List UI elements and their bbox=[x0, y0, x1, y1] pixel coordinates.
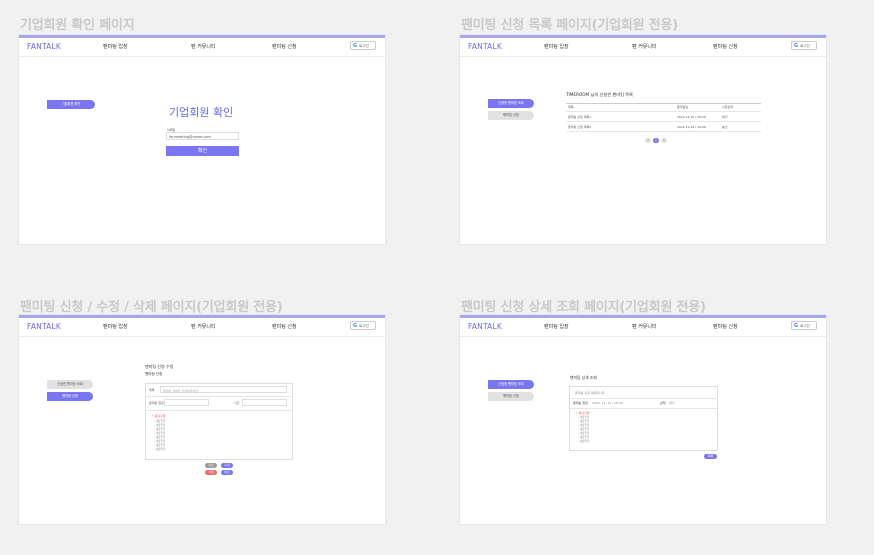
frame-corporate-verify: FANTALK 팬미팅 입장 팬 커뮤니티 팬미팅 신청 G 로그인 기업회원 확… bbox=[19, 35, 385, 244]
google-login-button[interactable]: G 로그인 bbox=[350, 41, 376, 50]
site-header: FANTALK 팬미팅 입장 팬 커뮤니티 팬미팅 신청 G 로그인 bbox=[460, 38, 826, 57]
back-to-list-button[interactable]: 목록 bbox=[704, 454, 717, 459]
detail-status-label: 상태 bbox=[660, 401, 666, 405]
pagination-prev[interactable]: < bbox=[645, 138, 651, 143]
nav-fanmeeting-apply[interactable]: 팬미팅 신청 bbox=[272, 323, 297, 330]
detail-card: 팬미팅 신청 제목입니다 팬미팅 일정 2022. 11. 15 / 18:00… bbox=[569, 386, 718, 451]
delete-button[interactable]: 삭제 bbox=[205, 470, 217, 475]
nav-fanmeeting-apply[interactable]: 팬미팅 신청 bbox=[713, 43, 738, 50]
page-title-application-detail: 팬미팅 신청 상세 조회 페이지(기업회원 전용) bbox=[461, 300, 706, 315]
google-icon: G bbox=[353, 323, 358, 329]
email-field[interactable]: fanmeeting@naver.com bbox=[166, 132, 239, 140]
nav-fanmeeting-enter[interactable]: 팬미팅 입장 bbox=[544, 323, 569, 330]
pagination-page-1[interactable]: 1 bbox=[653, 138, 659, 143]
frame-application-detail: FANTALK 팬미팅 입장 팬 커뮤니티 팬미팅 신청 G 로그인 신청한 팬미… bbox=[460, 315, 826, 524]
nav-fan-community[interactable]: 팬 커뮤니티 bbox=[632, 43, 657, 50]
nav-fan-community[interactable]: 팬 커뮤니티 bbox=[191, 43, 216, 50]
row-date: 2022.11.15 / 18:00 bbox=[677, 115, 706, 119]
edit-button[interactable]: 수정 bbox=[221, 463, 233, 468]
notice-line: - 내용입력 bbox=[154, 448, 166, 451]
page-title-application-edit: 팬미팅 신청 / 수정 / 삭제 페이지(기업회원 전용) bbox=[20, 300, 283, 315]
site-header: FANTALK 팬미팅 입장 팬 커뮤니티 팬미팅 신청 G 로그인 bbox=[460, 318, 826, 337]
notice-heading: * 유의사항 bbox=[152, 414, 166, 418]
time-label: 시간 bbox=[234, 401, 240, 405]
date-input[interactable] bbox=[164, 399, 209, 406]
sidebar-item-application-list[interactable]: 신청한 팬미팅 조회 bbox=[488, 99, 534, 108]
google-icon: G bbox=[794, 43, 799, 49]
google-icon: G bbox=[353, 43, 358, 49]
google-login-button[interactable]: G 로그인 bbox=[350, 321, 376, 330]
detail-subject: 팬미팅 신청 제목입니다 bbox=[575, 391, 605, 395]
edit-subtitle: 팬미팅 신청 bbox=[145, 372, 163, 376]
fantalk-logo[interactable]: FANTALK bbox=[468, 322, 502, 331]
column-header-status: 신청상태 bbox=[722, 105, 734, 109]
email-value: fanmeeting@naver.com bbox=[169, 135, 211, 139]
edit-title: 팬미팅 신청 수정 bbox=[145, 364, 174, 369]
list-title: TIMEROOM 님의 신청한 팬미팅 목록 bbox=[566, 92, 634, 97]
login-label: 로그인 bbox=[800, 44, 810, 48]
nav-fanmeeting-enter[interactable]: 팬미팅 입장 bbox=[103, 43, 128, 50]
site-header: FANTALK 팬미팅 입장 팬 커뮤니티 팬미팅 신청 G 로그인 bbox=[19, 38, 385, 57]
login-label: 로그인 bbox=[800, 324, 810, 328]
detail-date-value: 2022. 11. 15 / 18:00 bbox=[592, 401, 623, 405]
sidebar-item-apply[interactable]: 팬미팅 신청 bbox=[488, 111, 534, 120]
fantalk-logo[interactable]: FANTALK bbox=[27, 42, 61, 51]
frame-application-edit: FANTALK 팬미팅 입장 팬 커뮤니티 팬미팅 신청 G 로그인 신청한 팬미… bbox=[19, 315, 385, 524]
google-icon: G bbox=[794, 323, 799, 329]
nav-fanmeeting-apply[interactable]: 팬미팅 신청 bbox=[272, 43, 297, 50]
time-input[interactable] bbox=[242, 399, 287, 406]
cancel-button[interactable]: 취소 bbox=[205, 463, 217, 468]
frame-application-list: FANTALK 팬미팅 입장 팬 커뮤니티 팬미팅 신청 G 로그인 신청한 팬미… bbox=[460, 35, 826, 244]
application-form: 제목 팬미팅 제목을 입력해주세요 팬미팅 일정 시간 * 유의사항 - 내용입… bbox=[145, 383, 293, 460]
pagination-next[interactable]: > bbox=[661, 138, 667, 143]
row-title: 팬미팅 신청 제목1 bbox=[568, 115, 592, 119]
login-label: 로그인 bbox=[359, 324, 369, 328]
title-input[interactable]: 팬미팅 제목을 입력해주세요 bbox=[160, 386, 287, 393]
row-status: 승인 bbox=[722, 125, 728, 129]
page-title-application-list: 팬미팅 신청 목록 페이지(기업회원 전용) bbox=[461, 18, 678, 33]
site-header: FANTALK 팬미팅 입장 팬 커뮤니티 팬미팅 신청 G 로그인 bbox=[19, 318, 385, 337]
google-login-button[interactable]: G 로그인 bbox=[791, 321, 817, 330]
row-title: 팬미팅 신청 제목2 bbox=[568, 125, 592, 129]
fantalk-logo[interactable]: FANTALK bbox=[468, 42, 502, 51]
title-label: 제목 bbox=[149, 388, 155, 392]
google-login-button[interactable]: G 로그인 bbox=[791, 41, 817, 50]
detail-title: 팬미팅 상세 조회 bbox=[570, 375, 597, 380]
title-placeholder: 팬미팅 제목을 입력해주세요 bbox=[163, 388, 199, 393]
login-label: 로그인 bbox=[359, 44, 369, 48]
column-header-date: 팬미팅일 bbox=[677, 105, 689, 109]
nav-fanmeeting-apply[interactable]: 팬미팅 신청 bbox=[713, 323, 738, 330]
detail-status-value: 대기 bbox=[669, 401, 675, 405]
sidebar-item-apply[interactable]: 팬미팅 신청 bbox=[488, 392, 534, 401]
verify-heading: 기업회원 확인 bbox=[169, 106, 234, 119]
nav-fanmeeting-enter[interactable]: 팬미팅 입장 bbox=[103, 323, 128, 330]
date-label: 팬미팅 일정 bbox=[149, 401, 164, 405]
row-status: 대기 bbox=[722, 115, 728, 119]
nav-fanmeeting-enter[interactable]: 팬미팅 입장 bbox=[544, 43, 569, 50]
fantalk-logo[interactable]: FANTALK bbox=[27, 322, 61, 331]
verify-submit-button[interactable]: 확인 bbox=[166, 146, 239, 156]
column-header-title: 제목 bbox=[568, 105, 574, 109]
row-date: 2022.11.22 / 19:00 bbox=[677, 125, 706, 129]
page-title-corporate-verify: 기업회원 확인 페이지 bbox=[20, 18, 135, 33]
sidebar-corporate-verify[interactable]: 기업회원 확인 bbox=[47, 100, 95, 109]
nav-fan-community[interactable]: 팬 커뮤니티 bbox=[632, 323, 657, 330]
nav-fan-community[interactable]: 팬 커뮤니티 bbox=[191, 323, 216, 330]
confirm-button[interactable]: 확인 bbox=[221, 470, 233, 475]
sidebar-item-apply[interactable]: 팬미팅 신청 bbox=[47, 392, 93, 401]
sidebar-item-application-list[interactable]: 신청한 팬미팅 조회 bbox=[488, 380, 534, 389]
detail-date-label: 팬미팅 일정 bbox=[573, 401, 588, 405]
sidebar-item-application-list[interactable]: 신청한 팬미팅 조회 bbox=[47, 380, 93, 389]
notice-line: - 내용입력 bbox=[578, 440, 590, 443]
